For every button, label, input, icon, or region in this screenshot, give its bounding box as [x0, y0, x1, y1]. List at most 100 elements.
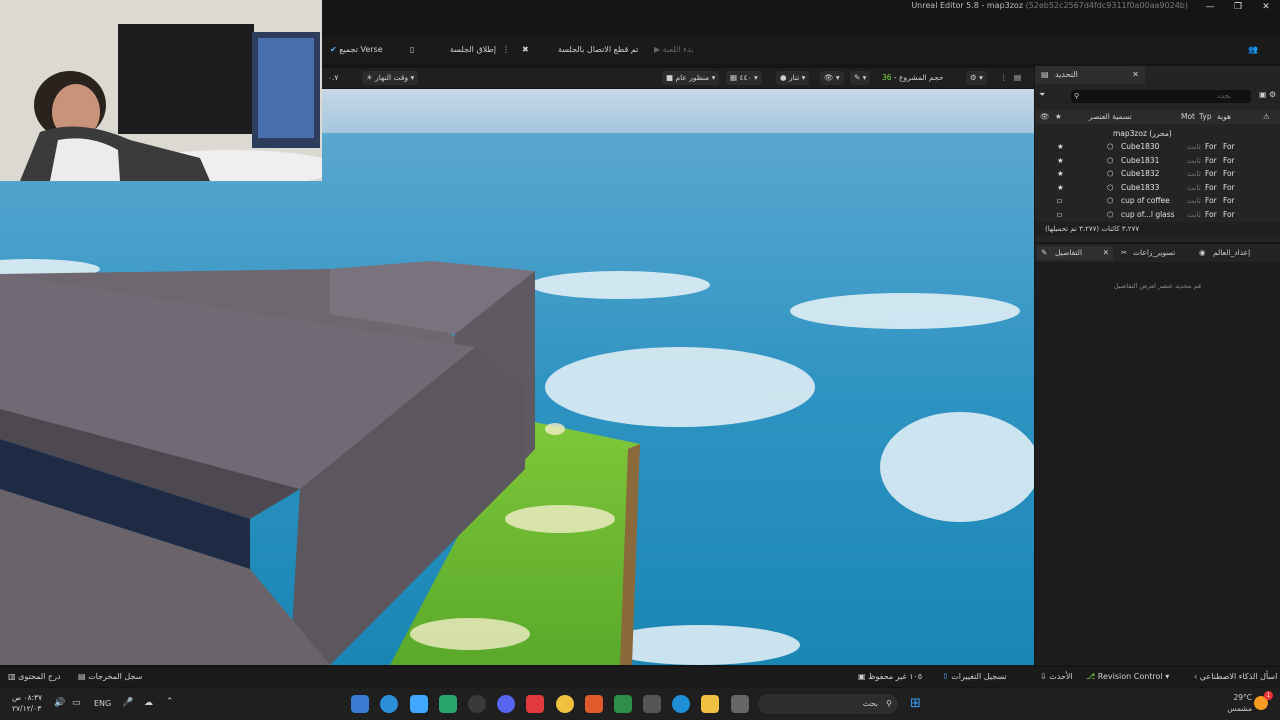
pin-star-icon[interactable]: ★ [1057, 140, 1064, 153]
close-button[interactable]: ✕ [1252, 0, 1280, 14]
lit-mode-dropdown[interactable]: ● تنار ▾ [776, 71, 810, 85]
pin-icon[interactable]: ★ [1055, 110, 1062, 124]
row-type: For [1205, 142, 1217, 151]
weather-desc: مشمس [1227, 704, 1252, 713]
tray-chevron-icon[interactable]: ⌃ [166, 697, 174, 707]
outliner-row[interactable]: ★ ⬡ Cube1832 ثابت For For [1035, 167, 1280, 180]
perspective-dropdown[interactable]: ■ منظور عام ▾ [662, 71, 720, 85]
outliner-root-row[interactable]: map3zoz (محرر) [1035, 127, 1280, 140]
pin-star-icon[interactable]: ▫ [1057, 194, 1062, 207]
mic-icon[interactable]: 🎤 [122, 698, 133, 708]
close-details-icon[interactable]: ✕ [1103, 246, 1109, 260]
row-id: For [1223, 209, 1235, 219]
settings-icon[interactable]: ⚙ ▾ [966, 71, 987, 85]
outliner-settings-icon[interactable]: ⚙ [1269, 90, 1276, 99]
visibility-icon[interactable]: 👁 [1040, 110, 1050, 124]
project-scale[interactable]: حجم المشروع - 36 [878, 71, 948, 85]
app-icon-1[interactable] [351, 695, 369, 713]
unsaved-button[interactable]: ▣ ١٠٥ غير محفوظ [858, 667, 922, 687]
unreal-icon[interactable] [380, 695, 398, 713]
settings-app-icon[interactable] [468, 695, 486, 713]
app-icon-4[interactable] [439, 695, 457, 713]
outliner-tab[interactable]: ▤ التحديد ✕ [1035, 66, 1145, 84]
col-type[interactable]: Typ [1199, 110, 1212, 124]
tab-world-settings[interactable]: ◉ إعداد_العالم [1197, 246, 1277, 260]
store-icon[interactable] [643, 695, 661, 713]
fov-dropdown[interactable]: ▦ ٤٤٠ ▾ [726, 71, 762, 85]
app-icon-14[interactable] [731, 695, 749, 713]
launch-session-button[interactable]: إطلاق الجلسة [450, 36, 496, 64]
start-game-button[interactable]: ▶ بدء اللعبة [654, 36, 693, 64]
ask-ai-label: اسأل الذكاء الاصطناعي [1199, 672, 1278, 681]
outliner-tab-label: التحديد [1055, 70, 1078, 79]
clock[interactable]: ٠٨:٣٧ ص ٢٧/١٢/٠٣ [12, 692, 42, 714]
latest-button[interactable]: ⇩ الأحدث [1040, 667, 1073, 687]
restore-button[interactable]: ❐ [1224, 0, 1252, 14]
cloud-icon[interactable]: ☁ [144, 698, 153, 708]
weather-temp: 29°C [1233, 693, 1252, 702]
more-options-icon[interactable]: ⋮ [502, 36, 510, 64]
speaker-icon[interactable]: 🔊 [54, 698, 65, 708]
realtime-dropdown[interactable]: ✎ ▾ [850, 71, 871, 85]
users-icon[interactable]: 👥 [1248, 36, 1258, 64]
output-log-button[interactable]: ▤ سجل المخرجات [78, 667, 142, 687]
changes-log-button[interactable]: ⇧ تسجيل التغييرات [942, 667, 1007, 687]
pin-star-icon[interactable]: ▫ [1057, 208, 1062, 221]
row-mobility: ثابت [1187, 182, 1201, 192]
col-mobility[interactable]: Mot [1181, 110, 1195, 124]
chrome-icon[interactable] [556, 695, 574, 713]
windows-start-icon[interactable]: ⊞ [910, 696, 921, 711]
sphere-icon: ● [780, 73, 787, 82]
details-panel: ✎ التفاصيل ✕ ✂ تسوير_زاعات ◉ إعداد_العال… [1035, 244, 1280, 665]
outliner-row[interactable]: ▫ ⬡ cup of...l glass ثابت For For [1035, 208, 1280, 221]
outliner-row[interactable]: ▫ ⬡ cup of coffee ثابت For For [1035, 194, 1280, 207]
upload-icon: ⇧ [942, 672, 949, 681]
row-mobility: ثابت [1187, 155, 1201, 165]
time-of-day-label: وقت النهار [375, 73, 409, 82]
revision-control-dropdown[interactable]: ⎇ Revision Control ▾ [1086, 667, 1169, 687]
tab-details[interactable]: ✎ التفاصيل ✕ [1037, 246, 1113, 260]
webcam-overlay [0, 0, 322, 181]
row-id: For [1223, 142, 1235, 151]
col-id[interactable]: هوية [1217, 110, 1231, 124]
taskbar-search-input[interactable]: بحث ⚲ [758, 694, 898, 714]
pin-star-icon[interactable]: ★ [1057, 154, 1064, 167]
close-tab-icon[interactable]: ✕ [1132, 66, 1139, 84]
minimize-button[interactable]: — [1196, 0, 1224, 14]
app-icon-10[interactable] [614, 695, 632, 713]
outliner-row[interactable]: ★ ⬡ Cube1833 ثابت For For [1035, 181, 1280, 194]
time-of-day-dropdown[interactable]: ☀ وقت النهار ▾ [362, 71, 419, 85]
3d-app-icon[interactable] [526, 695, 544, 713]
perspective-label: منظور عام [675, 73, 710, 82]
row-type: For [1205, 155, 1217, 165]
pin-star-icon[interactable]: ★ [1057, 181, 1064, 194]
row-mobility: ثابت [1187, 196, 1201, 205]
brave-icon[interactable] [585, 695, 603, 713]
device-icon[interactable]: ▯ [410, 36, 414, 64]
add-folder-icon[interactable]: ▣ [1259, 90, 1267, 99]
content-drawer-button[interactable]: ▥ درج المحتوى [8, 667, 61, 687]
language-indicator[interactable]: ENG [94, 699, 111, 708]
edge-icon[interactable] [672, 695, 690, 713]
pin-star-icon[interactable]: ★ [1057, 167, 1064, 180]
folder-icon[interactable] [701, 695, 719, 713]
weather-widget[interactable]: 29°C مشمس [1222, 692, 1252, 714]
content-drawer-label: درج المحتوى [18, 672, 61, 681]
show-dropdown[interactable]: 👁 ▾ [820, 71, 844, 85]
row-id: For [1223, 182, 1235, 192]
ask-ai-button[interactable]: ‹ اسأل الذكاء الاصطناعي [1194, 667, 1277, 687]
discord-icon[interactable] [497, 695, 515, 713]
fortnite-icon[interactable] [410, 695, 428, 713]
filter-icon[interactable]: ⏷ [1039, 90, 1053, 102]
compile-verse-button[interactable]: ✔ تجميع Verse [330, 36, 383, 64]
row-type: For [1205, 196, 1217, 205]
network-icon[interactable]: ▭ [72, 698, 81, 708]
outliner-row[interactable]: ★ ⬡ Cube1830 ثابت For For [1035, 140, 1280, 153]
layout-icon[interactable]: ▤ [1010, 71, 1025, 85]
outliner-row[interactable]: ★ ⬡ Cube1831 ثابت For For [1035, 154, 1280, 167]
col-label[interactable]: تسمية العنصر [1089, 110, 1132, 124]
search-placeholder-label: بحث [862, 699, 878, 708]
tab-settings[interactable]: ✂ تسوير_زاعات [1119, 246, 1189, 260]
camera-speed-value[interactable]: ٠.٧ [324, 71, 342, 85]
outliner-search-input[interactable]: ⚲ بحث [1071, 90, 1251, 103]
